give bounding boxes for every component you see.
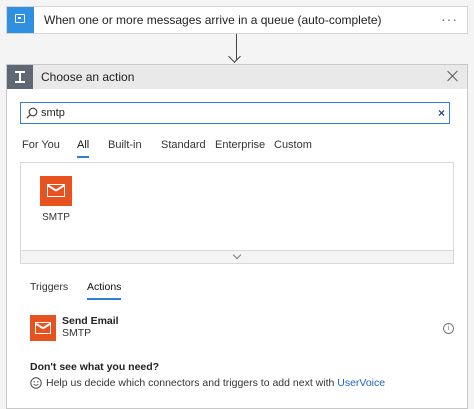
service-bus-queue-icon xyxy=(7,7,34,33)
tab-standard[interactable]: Standard xyxy=(161,137,206,153)
collapse-toggle[interactable] xyxy=(20,250,454,264)
action-connector: SMTP xyxy=(62,327,92,339)
mail-icon xyxy=(30,315,56,341)
smiley-icon xyxy=(30,377,42,389)
help-title: Don't see what you need? xyxy=(30,361,160,373)
flow-arrow-icon xyxy=(228,50,241,63)
connector-results: SMTP xyxy=(20,162,454,263)
connector-label: SMTP xyxy=(42,212,70,223)
tab-custom[interactable]: Custom xyxy=(274,137,312,153)
connector-smtp[interactable]: SMTP xyxy=(39,176,73,224)
search-input[interactable] xyxy=(41,104,421,122)
tab-all[interactable]: All xyxy=(77,137,90,158)
mail-icon xyxy=(40,176,72,206)
trigger-title: When one or more messages arrive in a qu… xyxy=(44,13,382,27)
panel-title: Choose an action xyxy=(41,70,135,84)
more-options-button[interactable]: ··· xyxy=(441,7,458,31)
tab-for-you[interactable]: For You xyxy=(22,137,60,153)
tab-actions[interactable]: Actions xyxy=(87,280,122,300)
trigger-card[interactable]: When one or more messages arrive in a qu… xyxy=(6,6,468,34)
action-name: Send Email xyxy=(62,315,119,327)
action-step-icon xyxy=(7,65,33,89)
help-text: Help us decide which connectors and trig… xyxy=(46,377,338,389)
close-icon[interactable] xyxy=(447,70,459,82)
help-line: Help us decide which connectors and trig… xyxy=(30,377,385,389)
search-icon xyxy=(26,107,38,119)
tab-enterprise[interactable]: Enterprise xyxy=(215,137,265,153)
search-box[interactable]: × xyxy=(20,102,450,124)
action-send-email[interactable]: Send Email SMTP i xyxy=(30,315,460,343)
clear-search-button[interactable]: × xyxy=(438,103,445,123)
panel-header: Choose an action xyxy=(7,65,467,89)
tab-triggers[interactable]: Triggers xyxy=(30,280,68,294)
uservoice-link[interactable]: UserVoice xyxy=(337,377,385,389)
info-icon[interactable]: i xyxy=(443,323,454,334)
tab-built-in[interactable]: Built-in xyxy=(108,137,142,153)
choose-action-panel: Choose an action × For You All Built-in … xyxy=(6,64,468,409)
chevron-down-icon xyxy=(232,250,242,260)
